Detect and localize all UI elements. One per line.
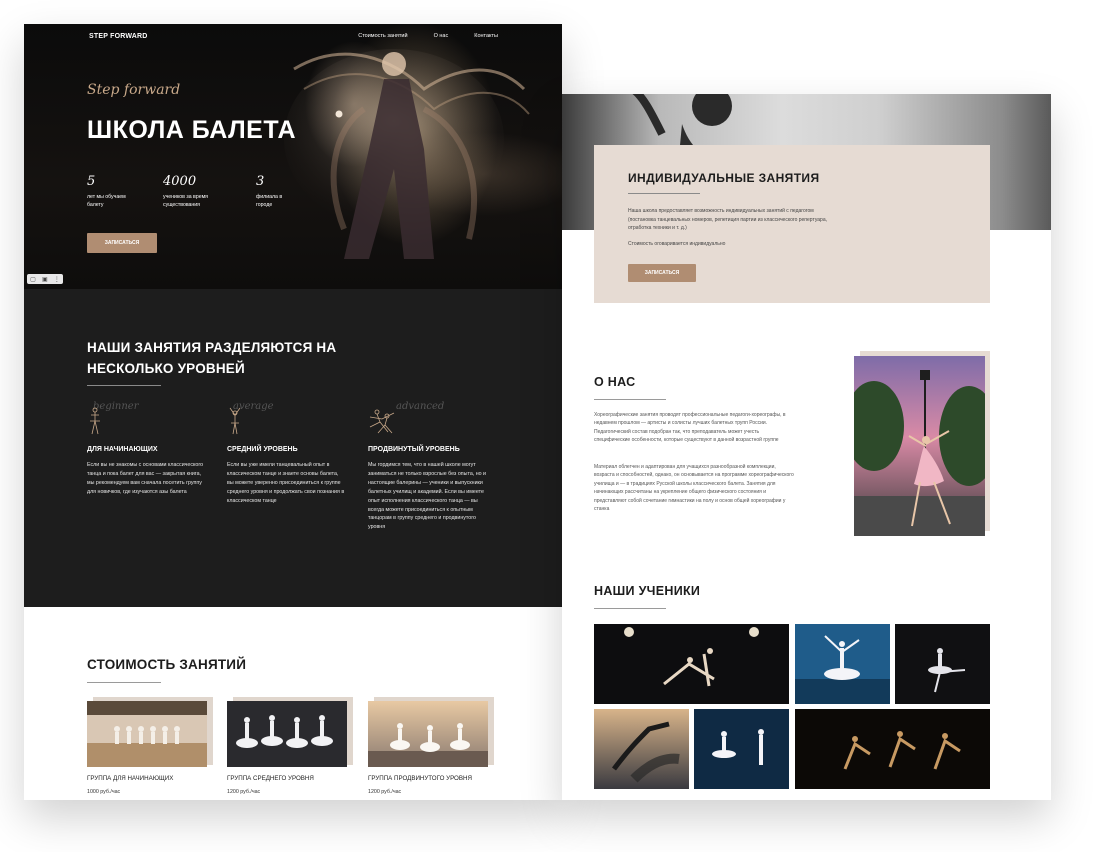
ballet-pair-icon (369, 409, 395, 434)
studio-class-photo (87, 701, 207, 767)
homepage-screen: STEP FORWARD Стоимость занятий О нас Кон… (24, 24, 562, 800)
hero-title: ШКОЛА БАЛЕТА (87, 116, 297, 144)
stat-number: 3 (256, 174, 265, 189)
individual-price-note: Стоимость оговаривается индивидуально (628, 241, 726, 247)
student-photo-1[interactable] (594, 624, 789, 704)
ballerina-beginner-icon (90, 407, 100, 435)
individual-lessons-card: ИНДИВИДУАЛЬНЫЕ ЗАНЯТИЯ Наша школа предос… (594, 145, 990, 303)
swan-lake-photo (227, 701, 347, 767)
title-divider (87, 385, 161, 386)
level-bg-word: advanced (396, 401, 445, 412)
hero-dancer-photo (284, 49, 530, 259)
student-photo-3[interactable] (895, 624, 990, 704)
stat-number: 5 (87, 174, 96, 189)
price-group-name: ГРУППА СРЕДНЕГО УРОВНЯ (227, 775, 314, 782)
stat-years: 5 лет мы обучаем балету (87, 174, 137, 209)
image-toolbar: ▢ ▣ ⋮ (27, 274, 63, 284)
stat-caption: лет мы обучаем балету (87, 194, 126, 208)
crop-icon[interactable]: ▢ (30, 276, 36, 283)
hero-section: STEP FORWARD Стоимость занятий О нас Кон… (24, 24, 562, 289)
ballerina-average-icon (229, 407, 241, 435)
stat-number: 4000 (163, 174, 197, 189)
about-paragraph-2: Материал облегчен и адаптирован для учащ… (594, 464, 794, 513)
stat-branches: 3 филиала в городе (256, 174, 290, 209)
title-divider (594, 399, 666, 400)
signup-button[interactable]: ЗАПИСАТЬСЯ (87, 233, 157, 253)
price-value: 1200 руб./час (368, 789, 402, 795)
price-group-name: ГРУППА ПРОДВИНУТОГО УРОВНЯ (368, 775, 472, 782)
price-value: 1200 руб./час (227, 789, 261, 795)
students-title: НАШИ УЧЕНИКИ (594, 584, 701, 598)
more-icon[interactable]: ⋮ (54, 276, 60, 283)
inner-page-screen: ИНДИВИДУАЛЬНЫЕ ЗАНЯТИЯ Наша школа предос… (562, 94, 1051, 800)
about-title: О НАС (594, 375, 636, 389)
individual-signup-button[interactable]: ЗАПИСАТЬСЯ (628, 264, 696, 282)
title-divider (628, 193, 700, 194)
stat-students: 4000 учеников за время существования (163, 174, 225, 209)
levels-section: НАШИ ЗАНЯТИЯ РАЗДЕЛЯЮТСЯ НА НЕСКОЛЬКО УР… (24, 289, 562, 607)
hero-script-text: Step forward (87, 82, 181, 98)
level-description: Если вы не знакомы с основами классическ… (87, 462, 204, 495)
about-paragraph-1: Хореографические занятия проводят профес… (594, 412, 786, 444)
student-photo-5[interactable] (694, 709, 789, 789)
student-photo-4[interactable] (594, 709, 689, 789)
nav-link-about[interactable]: О нас (434, 33, 449, 39)
price-group-name: ГРУППА ДЛЯ НАЧИНАЮЩИХ (87, 775, 174, 782)
nav-link-contacts[interactable]: Контакты (474, 33, 498, 39)
level-description: Если вы уже имели танцевальный опыт в кл… (227, 462, 345, 504)
stat-caption: филиала в городе (256, 194, 283, 208)
individual-description: Наша школа предоставляет возможность инд… (628, 208, 827, 232)
performance-photo (368, 701, 488, 767)
student-photo-2[interactable] (795, 624, 890, 704)
website-mockup: STEP FORWARD Стоимость занятий О нас Кон… (0, 0, 1103, 852)
camera-icon[interactable]: ▣ (42, 276, 48, 283)
level-title: ДЛЯ НАЧИНАЮЩИХ (87, 446, 158, 453)
levels-title: НАШИ ЗАНЯТИЯ РАЗДЕЛЯЮТСЯ НА НЕСКОЛЬКО УР… (87, 340, 337, 376)
pricing-section: СТОИМОСТЬ ЗАНЯТИЙ ГРУППА ДЛЯ НАЧИНАЮЩИХ … (24, 607, 562, 800)
price-value: 1000 руб./час (87, 789, 121, 795)
ballerina-park-photo (854, 356, 985, 536)
title-divider (594, 608, 666, 609)
site-logo[interactable]: STEP FORWARD (89, 33, 148, 40)
nav-link-pricing[interactable]: Стоимость занятий (358, 33, 407, 39)
stat-caption: учеников за время существования (163, 194, 208, 208)
level-title: ПРОДВИНУТЫЙ УРОВЕНЬ (368, 446, 460, 453)
main-nav: Стоимость занятий О нас Контакты (358, 33, 498, 39)
student-photo-6[interactable] (795, 709, 990, 789)
level-description: Мы гордимся тем, что в нашей школе могут… (368, 462, 487, 531)
level-title: СРЕДНИЙ УРОВЕНЬ (227, 446, 298, 453)
individual-title: ИНДИВИДУАЛЬНЫЕ ЗАНЯТИЯ (628, 171, 820, 185)
pricing-title: СТОИМОСТЬ ЗАНЯТИЙ (87, 657, 247, 672)
title-divider (87, 682, 161, 683)
